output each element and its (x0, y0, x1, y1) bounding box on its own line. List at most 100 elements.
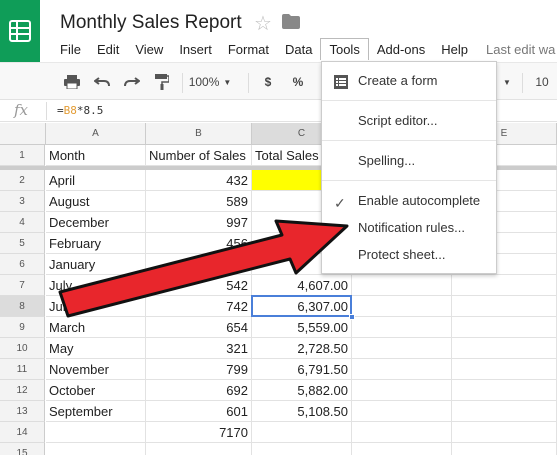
menu-insert[interactable]: Insert (171, 39, 220, 61)
cell[interactable] (352, 443, 452, 455)
cell[interactable]: December (46, 212, 146, 233)
cell[interactable]: 5,108.50 (252, 401, 352, 422)
row-header[interactable]: 15 (0, 443, 45, 455)
cell[interactable]: January (46, 254, 146, 275)
menu-item-protect-sheet[interactable]: Protect sheet... (322, 244, 496, 266)
cell[interactable]: 589 (146, 191, 252, 212)
folder-icon[interactable] (282, 14, 300, 34)
menu-edit[interactable]: Edit (89, 39, 127, 61)
corner-cell[interactable] (0, 123, 46, 145)
cell[interactable]: April (46, 170, 146, 191)
row-header[interactable]: 9 (0, 317, 45, 338)
cell[interactable]: 4,607.00 (252, 275, 352, 296)
zoom-select[interactable]: 100% ▼ (189, 73, 232, 91)
cell[interactable] (252, 443, 352, 455)
cell[interactable]: 601 (146, 401, 252, 422)
menu-item-create-form[interactable]: Create a form (322, 70, 496, 92)
paint-format-icon[interactable] (152, 73, 172, 91)
cell[interactable]: 456 (146, 233, 252, 254)
cell[interactable]: July (46, 275, 146, 296)
row-header[interactable]: 10 (0, 338, 45, 359)
menu-tools[interactable]: Tools (320, 38, 369, 60)
cell[interactable] (46, 422, 146, 443)
row-header[interactable]: 4 (0, 212, 45, 233)
menu-item-enable-autocomplete[interactable]: ✓ Enable autocomplete (322, 190, 496, 212)
cell[interactable]: November (46, 359, 146, 380)
cell[interactable] (146, 254, 252, 275)
cell[interactable] (452, 359, 557, 380)
last-edit-link[interactable]: Last edit wa (486, 42, 555, 57)
cell[interactable] (46, 443, 146, 455)
menu-view[interactable]: View (127, 39, 171, 61)
cell[interactable] (352, 422, 452, 443)
cell[interactable] (452, 401, 557, 422)
cell[interactable]: 799 (146, 359, 252, 380)
row-header[interactable]: 2 (0, 170, 45, 191)
menu-item-spelling[interactable]: Spelling... (322, 150, 496, 172)
cell[interactable]: 997 (146, 212, 252, 233)
cell[interactable] (252, 422, 352, 443)
row-header[interactable]: 11 (0, 359, 45, 380)
cell[interactable] (352, 338, 452, 359)
percent-button[interactable]: % (288, 73, 308, 91)
cell[interactable]: 7170 (146, 422, 252, 443)
row-header[interactable]: 3 (0, 191, 45, 212)
cell[interactable]: September (46, 401, 146, 422)
menu-help[interactable]: Help (433, 39, 476, 61)
cell[interactable]: August (46, 191, 146, 212)
cell[interactable]: March (46, 317, 146, 338)
cell[interactable] (452, 296, 557, 317)
cell[interactable]: May (46, 338, 146, 359)
cell[interactable] (146, 443, 252, 455)
cell[interactable] (352, 380, 452, 401)
star-icon[interactable]: ☆ (254, 11, 272, 36)
row-header[interactable]: 14 (0, 422, 45, 443)
cell[interactable]: June (46, 296, 146, 317)
undo-icon[interactable] (92, 73, 112, 91)
redo-icon[interactable] (122, 73, 142, 91)
cell[interactable]: 2,728.50 (252, 338, 352, 359)
cell[interactable] (352, 275, 452, 296)
formula-input[interactable]: =B8*8.5 (57, 104, 103, 117)
cell[interactable]: 6,791.50 (252, 359, 352, 380)
cell[interactable] (352, 317, 452, 338)
row-header[interactable]: 13 (0, 401, 45, 422)
cell[interactable] (352, 296, 452, 317)
cell[interactable]: 321 (146, 338, 252, 359)
currency-button[interactable]: $ (258, 73, 278, 91)
col-header-b[interactable]: B (146, 123, 252, 145)
row-header[interactable]: 6 (0, 254, 45, 275)
chevron-down-icon[interactable]: ▼ (500, 73, 514, 91)
cell[interactable]: Month (46, 145, 146, 166)
cell[interactable]: 5,882.00 (252, 380, 352, 401)
menu-addons[interactable]: Add-ons (369, 39, 433, 61)
sheets-logo[interactable] (0, 0, 40, 62)
menu-data[interactable]: Data (277, 39, 320, 61)
cell[interactable]: October (46, 380, 146, 401)
cell[interactable]: 654 (146, 317, 252, 338)
row-header[interactable]: 7 (0, 275, 45, 296)
menu-item-script-editor[interactable]: Script editor... (322, 110, 496, 132)
cell[interactable]: 692 (146, 380, 252, 401)
font-size-select[interactable]: 10 (532, 73, 552, 91)
cell[interactable]: 432 (146, 170, 252, 191)
cell[interactable] (452, 443, 557, 455)
cell[interactable]: 542 (146, 275, 252, 296)
menu-file[interactable]: File (52, 39, 89, 61)
row-header[interactable]: 5 (0, 233, 45, 254)
cell[interactable] (452, 380, 557, 401)
cell[interactable] (452, 317, 557, 338)
row-header[interactable]: 12 (0, 380, 45, 401)
cell[interactable] (452, 338, 557, 359)
cell[interactable] (352, 401, 452, 422)
cell[interactable]: 742 (146, 296, 252, 317)
cell[interactable] (452, 422, 557, 443)
cell[interactable] (352, 359, 452, 380)
cell[interactable] (452, 275, 557, 296)
col-header-a[interactable]: A (46, 123, 146, 145)
cell[interactable]: 5,559.00 (252, 317, 352, 338)
menu-format[interactable]: Format (220, 39, 277, 61)
row-header[interactable]: 8 (0, 296, 45, 317)
print-icon[interactable] (62, 73, 82, 91)
cell[interactable]: February (46, 233, 146, 254)
